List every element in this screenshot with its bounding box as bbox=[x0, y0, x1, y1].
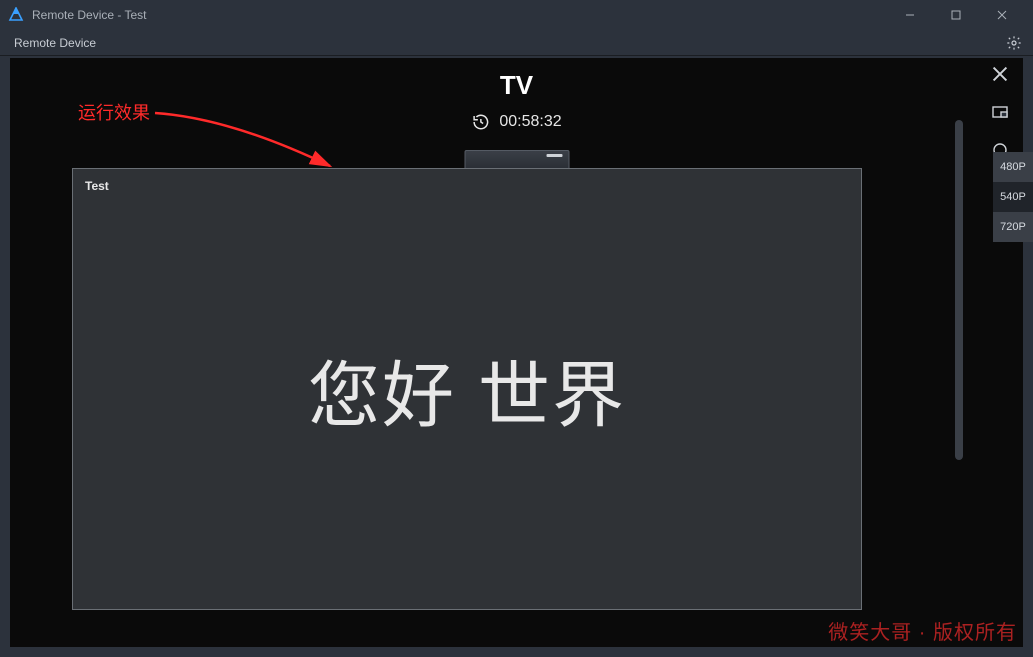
minimize-button[interactable] bbox=[887, 0, 933, 30]
side-close-button[interactable] bbox=[988, 62, 1012, 86]
close-window-button[interactable] bbox=[979, 0, 1025, 30]
content-area: TV 00:58:32 Test 您好 世界 bbox=[10, 58, 1023, 647]
resolution-option-480p[interactable]: 480P bbox=[993, 152, 1033, 182]
title-bar: Remote Device - Test bbox=[0, 0, 1033, 30]
timer-row: 00:58:32 bbox=[471, 113, 561, 131]
resolution-menu: 480P 540P 720P bbox=[993, 152, 1033, 242]
side-layout-button[interactable] bbox=[988, 100, 1012, 124]
history-icon bbox=[471, 113, 489, 131]
scrollbar-thumb[interactable] bbox=[955, 120, 963, 460]
resolution-option-540p[interactable]: 540P bbox=[993, 182, 1033, 212]
menu-bar: Remote Device bbox=[0, 30, 1033, 56]
window-title: Remote Device - Test bbox=[32, 8, 147, 22]
menu-remote-device[interactable]: Remote Device bbox=[8, 34, 102, 52]
copyright-watermark: 微笑大哥 · 版权所有 bbox=[826, 616, 1019, 645]
scrollbar[interactable] bbox=[955, 120, 963, 627]
timer-value: 00:58:32 bbox=[499, 113, 561, 131]
remote-screen-text: 您好 世界 bbox=[73, 337, 861, 442]
resolution-option-720p[interactable]: 720P bbox=[993, 212, 1033, 242]
maximize-button[interactable] bbox=[933, 0, 979, 30]
settings-button[interactable] bbox=[1003, 32, 1025, 54]
remote-screen[interactable]: Test 您好 世界 bbox=[72, 168, 862, 610]
app-logo-icon bbox=[8, 7, 24, 23]
annotation-label: 运行效果 bbox=[78, 99, 150, 125]
device-type-label: TV bbox=[500, 70, 533, 101]
remote-app-title: Test bbox=[85, 179, 109, 193]
